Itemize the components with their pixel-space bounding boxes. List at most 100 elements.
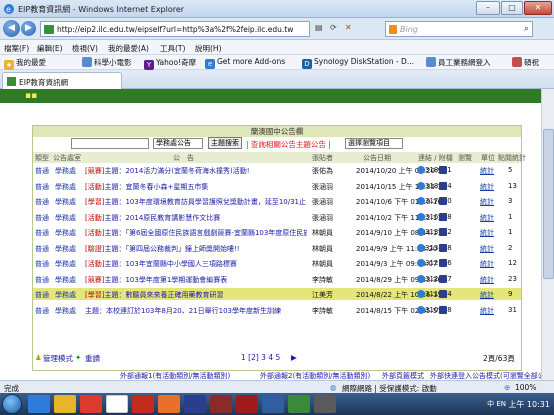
word-taskbar-icon[interactable] <box>184 395 206 413</box>
pdf-taskbar-icon[interactable] <box>132 395 154 413</box>
ie-taskbar-icon[interactable] <box>28 395 50 413</box>
announcement-row[interactable]: 普通學務處張涵羽2014/10/6 下午 01:10:16317280統計3[學… <box>33 195 521 207</box>
vertical-scrollbar[interactable] <box>541 89 554 380</box>
firefox-taskbar-icon[interactable] <box>158 395 180 413</box>
row-stat-link[interactable]: 統計 <box>480 290 494 300</box>
attachment-doc-icon[interactable] <box>439 243 447 252</box>
tray-language[interactable]: 中 EN <box>487 399 506 409</box>
favorites-button[interactable]: ★ 我的最愛 <box>4 57 46 70</box>
app3-taskbar-icon[interactable] <box>262 395 284 413</box>
row-stat-link[interactable]: 統計 <box>480 259 494 269</box>
zoom-level[interactable]: 100% <box>515 383 536 392</box>
external-report-1-link[interactable]: 外部通報1(有活動類別/無活動類別) <box>120 371 230 380</box>
reload-link[interactable]: 重讀 <box>85 353 100 364</box>
row-stat-link[interactable]: 統計 <box>480 197 494 207</box>
row-subject[interactable]: [學習]主題：103年度環境教育訪員學習護照兌獎動計畫，延至10/31止，請新學… <box>85 197 307 207</box>
row-subject[interactable]: [活動]主題：「第6屆全國原住民族語言戲劇競賽-宜蘭縣103年度原住民族語戲劇競… <box>85 228 307 238</box>
announcement-row[interactable]: 普通學務處林朝員2014/9/3 上午 09:00:07312756統計12[活… <box>33 257 521 269</box>
link-globe-icon[interactable] <box>417 290 425 298</box>
fav-item-shuozhu[interactable]: 碩祝 <box>512 57 539 69</box>
row-stat-link[interactable]: 統計 <box>480 213 494 223</box>
announcement-row[interactable]: 普通學務處張涵羽2014/10/2 下午 11:22:11316848統計1[活… <box>33 211 521 223</box>
compat-view-icon[interactable]: ▤ <box>315 23 323 32</box>
page-numbers[interactable]: 1 [2] 3 4 5 <box>241 353 280 362</box>
address-input[interactable]: http://eip2.ilc.edu.tw/eipself?url=http%… <box>40 21 310 37</box>
menu-favorites[interactable]: 我的最愛(A) <box>108 43 149 54</box>
menu-tools[interactable]: 工具(T) <box>160 43 185 54</box>
row-subject[interactable]: [學習]主題：數聽員來來養正確用藥教育研習 <box>85 290 223 300</box>
link-globe-icon[interactable] <box>417 228 425 236</box>
link-globe-icon[interactable] <box>417 181 425 190</box>
menu-view[interactable]: 檢視(V) <box>72 43 98 54</box>
attachment-doc-icon[interactable] <box>439 274 447 283</box>
row-stat-link[interactable]: 統計 <box>480 244 494 254</box>
manage-mode-link[interactable]: 管理模式 <box>43 353 73 364</box>
row-subject[interactable]: [競賽]主題：2014活力滿分(宜蘭冬荷海水撞秀)活動! <box>85 166 250 176</box>
announcement-row[interactable]: 普通學務處張佑為2014/10/20 上午 09:20:58318861統計5[… <box>33 164 521 176</box>
back-button[interactable]: ◀ <box>3 20 20 37</box>
row-subject[interactable]: 主題：本校連訂於103年8月20、21日舉行103學年度新生訓練 <box>85 306 281 316</box>
link-globe-icon[interactable] <box>417 274 425 283</box>
close-button[interactable]: ✕ <box>524 1 552 15</box>
app4-taskbar-icon[interactable] <box>288 395 310 413</box>
browse-item-select[interactable]: 選擇瀏覽項目 <box>345 138 403 149</box>
office-select[interactable]: 學務處公告 <box>153 138 203 149</box>
announcement-row[interactable]: 普通學務處林朝員2014/9/10 上午 08:44:11313622統計1[活… <box>33 226 521 238</box>
media-taskbar-icon[interactable] <box>210 395 232 413</box>
row-stat-link[interactable]: 統計 <box>480 182 494 192</box>
stop-icon[interactable]: ✕ <box>345 23 352 32</box>
keyword-input[interactable] <box>71 138 149 149</box>
app5-taskbar-icon[interactable] <box>314 395 336 413</box>
row-stat-link[interactable]: 統計 <box>480 228 494 238</box>
attachment-doc-icon[interactable] <box>439 290 447 298</box>
attachment-doc-icon[interactable] <box>439 228 447 236</box>
row-stat-link[interactable]: 統計 <box>480 166 494 176</box>
search-icon[interactable]: ⌕ <box>524 24 529 34</box>
row-subject[interactable]: [競賽]主題：103學年度第1學期運動會編賽表 <box>85 275 227 285</box>
app-taskbar-icon[interactable] <box>80 395 102 413</box>
menu-help[interactable]: 說明(H) <box>195 43 222 54</box>
search-box[interactable]: Bing ⌕ <box>385 21 533 37</box>
search-button[interactable]: 主題搜索 <box>208 137 242 149</box>
link-globe-icon[interactable] <box>417 166 425 174</box>
maximize-button[interactable]: □ <box>501 1 523 15</box>
menu-file[interactable]: 檔案(F) <box>4 43 29 54</box>
tab-eip[interactable]: EIP教育資訊網 <box>2 72 122 89</box>
attachment-doc-icon[interactable] <box>439 166 447 174</box>
announcement-row[interactable]: 普通學務處林朝員2014/9/9 上午 11:38:20313488統計2[驗證… <box>33 242 521 254</box>
announcement-row[interactable]: 普通學務處李詩敏2014/8/15 下午 02:05:57310808統計31主… <box>33 304 521 316</box>
attachment-doc-icon[interactable] <box>439 305 447 314</box>
fav-item-synology[interactable]: D Synology DiskStation - D... <box>302 57 414 69</box>
external-quick-login-link[interactable]: 外部快連登入公告模式(可瀏覽全部公告) <box>430 371 554 380</box>
row-subject[interactable]: [驗證]主題：「第四屆公務裁判」鐘上師獎開始嘍!! <box>85 244 240 254</box>
row-stat-link[interactable]: 統計 <box>480 275 494 285</box>
link-globe-icon[interactable] <box>417 197 425 205</box>
app2-taskbar-icon[interactable] <box>236 395 258 413</box>
link-globe-icon[interactable] <box>417 305 425 314</box>
announcement-row[interactable]: 普通學務處張涵羽2014/10/15 上午 10:35:33318354統計13… <box>33 180 521 192</box>
fav-item-science[interactable]: 科學小電影 <box>82 57 132 69</box>
link-globe-icon[interactable] <box>417 259 425 267</box>
minimize-button[interactable]: – <box>476 1 500 15</box>
row-subject[interactable]: [活動]主題：103年宜蘭縣中小學國人三項路標賽 <box>85 259 237 269</box>
scrollbar-thumb[interactable] <box>543 129 554 279</box>
row-subject[interactable]: [活動]主題：2014原民教育講影慧作文比賽 <box>85 213 220 223</box>
start-button[interactable] <box>2 394 22 414</box>
fav-item-addons[interactable]: e Get more Add-ons <box>205 57 285 69</box>
chrome-taskbar-icon[interactable] <box>106 395 128 413</box>
announcement-row[interactable]: 普通學務處江美芳2014/8/22 上午 10:26:15311404統計9[學… <box>33 288 521 300</box>
related-query-link[interactable]: | 查詢相關公告主題公告 | <box>246 139 331 150</box>
link-globe-icon[interactable] <box>417 212 425 221</box>
external-report-2-link[interactable]: 外部通報2(有活動類別/無活動類別) <box>260 371 370 380</box>
fav-item-yahoo[interactable]: Y Yahoo!奇摩 <box>144 57 196 70</box>
attachment-doc-icon[interactable] <box>439 181 447 190</box>
forward-button[interactable]: ▶ <box>21 21 36 36</box>
fav-item-staff[interactable]: 員工業務網登入 <box>426 57 491 69</box>
external-tab-mode-link[interactable]: 外部頁籤模式 <box>382 371 424 380</box>
refresh-icon[interactable]: ⟳ <box>330 23 337 32</box>
folder-taskbar-icon[interactable] <box>54 395 76 413</box>
announcement-row[interactable]: 普通學務處李詩敏2014/8/29 上午 09:33:36312087統計23[… <box>33 273 521 285</box>
link-globe-icon[interactable] <box>417 243 425 252</box>
attachment-doc-icon[interactable] <box>439 197 447 205</box>
menu-edit[interactable]: 編輯(E) <box>37 43 63 54</box>
